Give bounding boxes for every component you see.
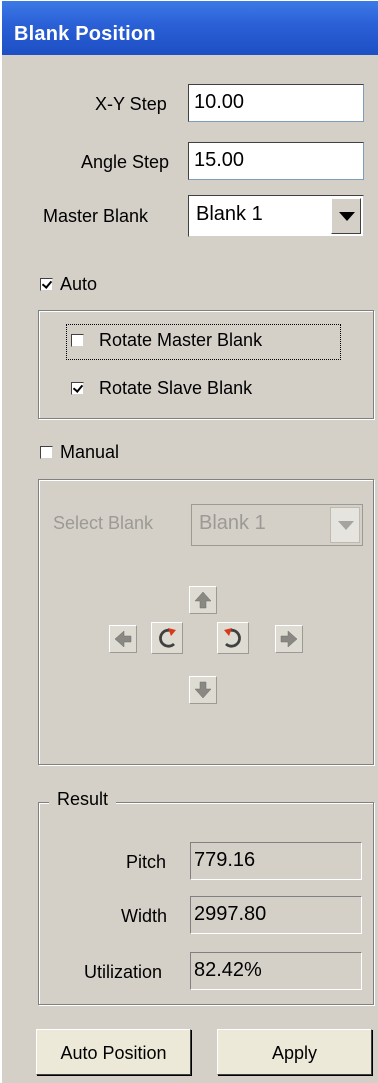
manual-group-box: Select Blank Blank 1 — [38, 479, 374, 765]
auto-position-button[interactable]: Auto Position — [36, 1029, 191, 1075]
move-down-button[interactable] — [189, 676, 217, 704]
xy-step-label: X-Y Step — [95, 94, 167, 114]
blank-position-window: Blank Position X-Y Step 10.00 Angle Step… — [0, 0, 378, 1083]
utilization-label: Utilization — [84, 962, 163, 982]
right-arrow-icon — [280, 630, 298, 648]
apply-button[interactable]: Apply — [217, 1029, 372, 1075]
select-blank-dropdown[interactable]: Blank 1 — [191, 504, 363, 546]
chevron-down-icon[interactable] — [330, 507, 360, 543]
master-blank-value: Blank 1 — [196, 203, 263, 225]
select-blank-label: Select Blank — [53, 513, 154, 533]
manual-checkbox[interactable] — [40, 446, 53, 459]
move-right-button[interactable] — [275, 625, 303, 653]
rotate-slave-label[interactable]: Rotate Slave Blank — [99, 378, 252, 399]
title-bar[interactable]: Blank Position — [2, 1, 378, 55]
auto-group-box: Rotate Master Blank Rotate Slave Blank — [38, 310, 374, 419]
rotate-counterclockwise-button[interactable] — [217, 622, 249, 654]
select-blank-value: Blank 1 — [199, 512, 266, 534]
apply-label: Apply — [271, 1043, 318, 1063]
auto-label: Auto — [60, 274, 98, 294]
rotate-clockwise-button[interactable] — [151, 622, 183, 654]
window-title: Blank Position — [14, 23, 156, 45]
rotate-clockwise-icon — [159, 628, 176, 648]
result-group-box: Result Pitch 779.16 Width 2997.80 Utiliz… — [38, 789, 374, 1005]
result-legend: Result — [49, 789, 117, 810]
pitch-value: 779.16 — [194, 849, 256, 871]
xy-step-input[interactable]: 10.00 — [188, 84, 364, 122]
move-up-button[interactable] — [189, 586, 217, 614]
rotate-master-label[interactable]: Rotate Master Blank — [99, 330, 262, 351]
auto-position-label: Auto Position — [60, 1043, 167, 1063]
width-value: 2997.80 — [194, 903, 267, 925]
down-arrow-icon — [194, 681, 212, 699]
angle-step-value: 15.00 — [194, 149, 245, 171]
move-left-button[interactable] — [109, 625, 137, 653]
pitch-field[interactable]: 779.16 — [190, 842, 362, 880]
master-blank-label: Master Blank — [43, 206, 149, 226]
width-label: Width — [121, 906, 168, 926]
pitch-label: Pitch — [126, 852, 167, 872]
rotate-slave-checkbox[interactable] — [71, 382, 84, 395]
rotate-master-checkbox[interactable] — [71, 334, 84, 347]
chevron-down-icon[interactable] — [331, 198, 361, 234]
angle-step-label: Angle Step — [81, 152, 170, 172]
master-blank-dropdown[interactable]: Blank 1 — [188, 195, 364, 237]
utilization-value: 82.42% — [194, 959, 262, 981]
utilization-field[interactable]: 82.42% — [190, 952, 362, 990]
rotate-counterclockwise-icon — [224, 628, 241, 648]
manual-label: Manual — [60, 442, 120, 462]
up-arrow-icon — [194, 591, 212, 609]
width-field[interactable]: 2997.80 — [190, 896, 362, 934]
xy-step-value: 10.00 — [194, 91, 245, 113]
left-arrow-icon — [114, 630, 132, 648]
angle-step-input[interactable]: 15.00 — [188, 142, 364, 180]
auto-checkbox[interactable] — [40, 278, 53, 291]
